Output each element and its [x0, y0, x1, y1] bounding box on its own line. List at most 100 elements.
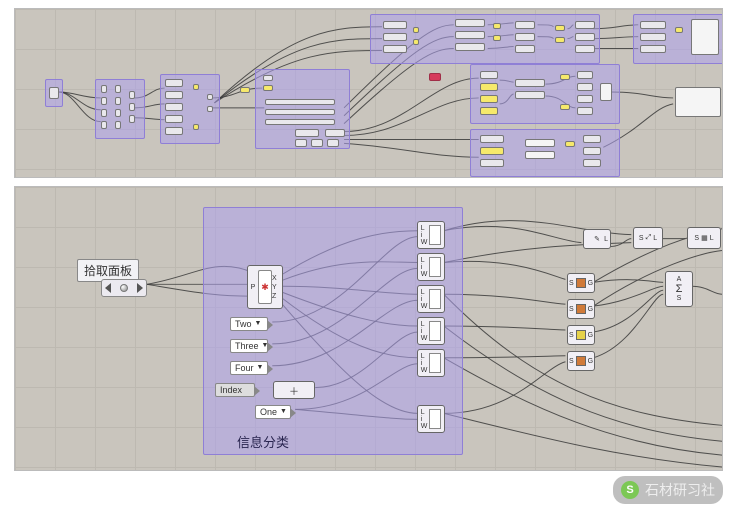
pencil-node[interactable]: ✎ L: [583, 229, 611, 249]
display-node[interactable]: SG: [567, 325, 595, 345]
gh-node[interactable]: [263, 85, 273, 91]
gh-node[interactable]: [480, 135, 504, 143]
gh-node[interactable]: [493, 35, 501, 41]
gh-node[interactable]: [515, 21, 535, 29]
gh-node[interactable]: [165, 115, 183, 123]
gh-node[interactable]: [165, 91, 183, 99]
gh-node[interactable]: [583, 159, 601, 167]
gh-node[interactable]: [577, 107, 593, 115]
deconstruct-node[interactable]: P ✱ X Y Z: [247, 265, 283, 309]
gh-node[interactable]: [295, 139, 307, 147]
pick-panel-picker[interactable]: [101, 279, 147, 297]
gh-node[interactable]: [129, 103, 135, 111]
gh-node[interactable]: [193, 84, 199, 90]
gh-node[interactable]: [455, 43, 485, 51]
gh-node[interactable]: [413, 39, 419, 45]
display-node[interactable]: SG: [567, 299, 595, 319]
display-node[interactable]: SG: [567, 351, 595, 371]
gh-node[interactable]: [575, 21, 595, 29]
gh-node[interactable]: [383, 21, 407, 29]
gh-node[interactable]: [101, 97, 107, 105]
list-item-node[interactable]: LiW: [417, 405, 445, 433]
gh-node[interactable]: [600, 83, 612, 101]
gh-node[interactable]: [101, 85, 107, 93]
list-item-node[interactable]: LiW: [417, 253, 445, 281]
gh-node[interactable]: [480, 71, 498, 79]
gh-node[interactable]: [555, 25, 565, 31]
bottom-canvas[interactable]: 拾取面板 信息分类 P ✱ X Y Z Two▼Three▼Four▼ Inde…: [14, 186, 723, 471]
gh-node[interactable]: [325, 129, 345, 137]
gh-node[interactable]: [413, 27, 419, 33]
merge-node[interactable]: S ▦ L: [687, 227, 721, 249]
gh-node[interactable]: [640, 21, 666, 29]
gh-node[interactable]: [207, 106, 213, 112]
gh-node[interactable]: [383, 45, 407, 53]
gh-node[interactable]: [265, 109, 335, 115]
gh-node[interactable]: [577, 83, 593, 91]
gh-node[interactable]: [675, 87, 721, 117]
gh-node[interactable]: [515, 33, 535, 41]
gh-node[interactable]: [515, 91, 545, 99]
gh-node[interactable]: [165, 79, 183, 87]
gh-node[interactable]: [560, 104, 570, 110]
gh-node[interactable]: [565, 141, 575, 147]
gh-node[interactable]: [480, 107, 498, 115]
gh-node[interactable]: [207, 94, 213, 100]
gh-node[interactable]: [640, 45, 666, 53]
gh-node[interactable]: [383, 33, 407, 41]
gh-node[interactable]: [583, 147, 601, 155]
gh-node[interactable]: [577, 95, 593, 103]
gh-node[interactable]: [480, 159, 504, 167]
gh-node[interactable]: [429, 73, 441, 81]
gh-node[interactable]: [575, 33, 595, 41]
value-slider[interactable]: Two▼: [230, 317, 268, 331]
list-item-node[interactable]: LiW: [417, 221, 445, 249]
gh-node[interactable]: [101, 121, 107, 129]
gh-node[interactable]: [49, 87, 59, 99]
top-canvas[interactable]: [14, 8, 723, 178]
list-item-node[interactable]: LiW: [417, 349, 445, 377]
gh-node[interactable]: [265, 99, 335, 105]
gh-node[interactable]: [493, 23, 501, 29]
gh-node[interactable]: [525, 139, 555, 147]
gh-node[interactable]: [295, 129, 319, 137]
gh-node[interactable]: [575, 45, 595, 53]
gh-node[interactable]: [640, 33, 666, 41]
gh-node[interactable]: [115, 109, 121, 117]
gh-node[interactable]: [583, 135, 601, 143]
gh-node[interactable]: [515, 45, 535, 53]
gh-node[interactable]: [691, 19, 719, 55]
gh-node[interactable]: [455, 19, 485, 27]
gh-node[interactable]: [555, 37, 565, 43]
scale-node[interactable]: S ⤢ L: [633, 227, 663, 249]
gh-node[interactable]: [311, 139, 323, 147]
sum-node[interactable]: A Σ S: [665, 271, 693, 307]
value-slider[interactable]: Four▼: [230, 361, 268, 375]
list-item-node[interactable]: LiW: [417, 317, 445, 345]
display-node[interactable]: SG: [567, 273, 595, 293]
gh-node[interactable]: [515, 79, 545, 87]
gh-node[interactable]: [193, 124, 199, 130]
one-slider[interactable]: One ▼: [255, 405, 291, 419]
gh-node[interactable]: [455, 31, 485, 39]
gh-node[interactable]: [675, 27, 683, 33]
gh-node[interactable]: [480, 83, 498, 91]
gh-node[interactable]: [129, 115, 135, 123]
gh-node[interactable]: [263, 75, 273, 81]
gh-node[interactable]: [115, 85, 121, 93]
index-add-node[interactable]: ＋: [273, 381, 315, 399]
gh-node[interactable]: [327, 139, 339, 147]
gh-node[interactable]: [115, 121, 121, 129]
gh-node[interactable]: [115, 97, 121, 105]
gh-node[interactable]: [101, 109, 107, 117]
value-slider[interactable]: Three▼: [230, 339, 268, 353]
gh-node[interactable]: [525, 151, 555, 159]
gh-node[interactable]: [480, 147, 504, 155]
gh-node[interactable]: [560, 74, 570, 80]
gh-node[interactable]: [480, 95, 498, 103]
gh-node[interactable]: [165, 127, 183, 135]
gh-node[interactable]: [577, 71, 593, 79]
gh-node[interactable]: [240, 87, 250, 93]
gh-node[interactable]: [129, 91, 135, 99]
gh-node[interactable]: [165, 103, 183, 111]
